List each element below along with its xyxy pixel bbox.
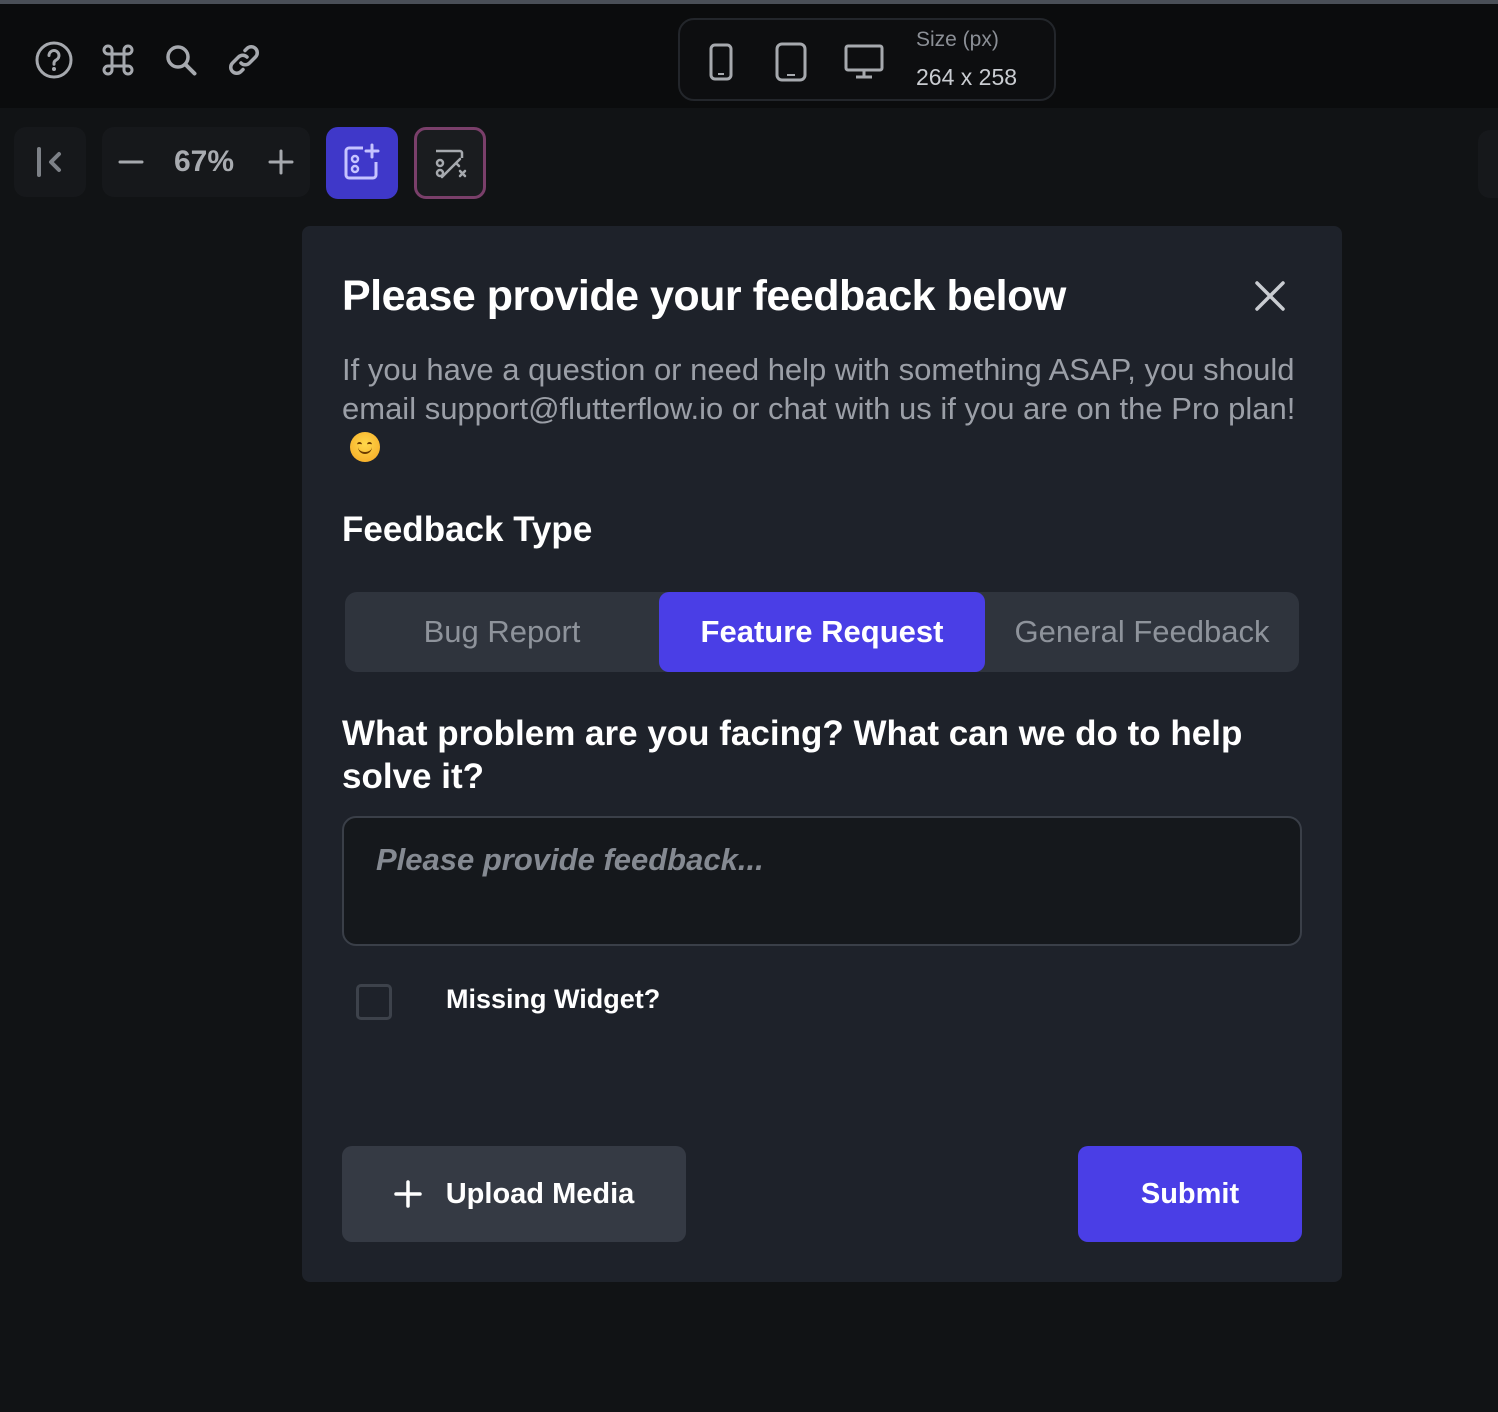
tab-bug-report[interactable]: Bug Report xyxy=(345,592,659,672)
dialog-subtitle: If you have a question or need help with… xyxy=(342,350,1302,467)
add-widget-icon xyxy=(344,143,380,180)
upload-media-label: Upload Media xyxy=(445,1177,635,1210)
link-icon[interactable] xyxy=(224,40,264,80)
magic-wand-icon xyxy=(435,149,467,179)
missing-widget-label: Missing Widget? xyxy=(446,984,661,1014)
zoom-out-button[interactable] xyxy=(116,147,146,177)
feedback-textarea[interactable] xyxy=(342,816,1302,946)
search-icon[interactable] xyxy=(161,40,201,80)
smile-emoji-icon xyxy=(350,432,380,462)
command-icon[interactable] xyxy=(98,40,138,80)
zoom-in-button[interactable] xyxy=(266,147,296,177)
missing-widget-checkbox[interactable] xyxy=(356,984,392,1020)
size-label: Size (px) xyxy=(916,28,999,51)
feedback-dialog: Please provide your feedback below If yo… xyxy=(302,226,1342,1282)
feedback-type-label: Feedback Type xyxy=(342,510,593,549)
tablet-icon[interactable] xyxy=(774,40,808,84)
right-panel-toggle[interactable] xyxy=(1478,130,1498,198)
zoom-level: 67% xyxy=(174,145,235,178)
size-value: 264 x 258 xyxy=(916,64,1018,90)
desktop-icon[interactable] xyxy=(842,40,886,84)
minus-icon xyxy=(118,160,144,164)
ai-gen-button[interactable] xyxy=(414,127,486,199)
submit-button[interactable]: Submit xyxy=(1078,1146,1302,1242)
help-icon[interactable] xyxy=(34,40,74,80)
problem-question: What problem are you facing? What can we… xyxy=(342,714,1243,796)
tab-feature-request[interactable]: Feature Request xyxy=(659,592,985,672)
zoom-controls: 67% xyxy=(102,127,310,197)
feedback-type-selector: Bug Report Feature Request General Feedb… xyxy=(345,592,1299,672)
upload-media-button[interactable]: Upload Media xyxy=(342,1146,686,1242)
top-toolbar: Size (px) 264 x 258 xyxy=(0,4,1498,108)
tab-general-feedback[interactable]: General Feedback xyxy=(985,592,1299,672)
phone-icon[interactable] xyxy=(706,40,736,84)
close-icon xyxy=(1255,281,1285,311)
collapse-left-icon xyxy=(37,147,61,177)
collapse-panel-button[interactable] xyxy=(14,127,86,197)
dialog-title: Please provide your feedback below xyxy=(342,272,1066,320)
add-widget-button[interactable] xyxy=(326,127,398,199)
plus-icon xyxy=(268,149,294,175)
dialog-subtitle-text: If you have a question or need help with… xyxy=(342,352,1296,426)
device-size-selector: Size (px) 264 x 258 xyxy=(678,18,1056,101)
close-button[interactable] xyxy=(1250,276,1290,316)
plus-icon xyxy=(393,1180,422,1208)
